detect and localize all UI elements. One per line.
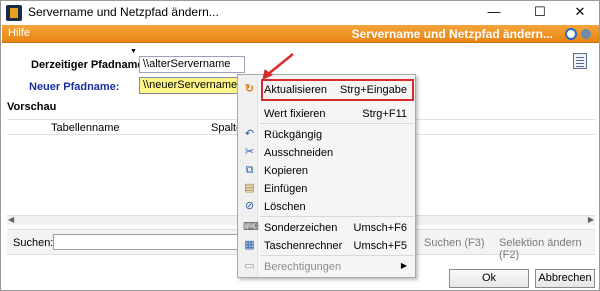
- menu-separator: [260, 123, 414, 124]
- copy-icon: ⧉: [245, 164, 254, 176]
- menu-item-shortcut: Strg+F11: [362, 108, 407, 120]
- current-path-field[interactable]: \\alterServername: [139, 56, 245, 73]
- menu-item-label: Ausschneiden: [264, 147, 334, 159]
- menu-item-label: Einfügen: [264, 183, 308, 195]
- scissors-icon: ✂: [244, 146, 255, 158]
- new-path-field[interactable]: \\neuerServername: [139, 77, 247, 94]
- menu-item-special-chars[interactable]: ⌨ Sonderzeichen Umsch+F6: [239, 219, 415, 237]
- current-path-label: Derzeitiger Pfadname:: [31, 59, 148, 71]
- title-bar: Servername und Netzpfad ändern... — ☐ ✕: [1, 1, 599, 25]
- highlight-box: [261, 79, 414, 101]
- menu-item-paste[interactable]: ▤ Einfügen: [239, 180, 415, 198]
- menu-item-label: Wert fixieren: [264, 108, 326, 120]
- menu-item-calculator[interactable]: ▦ Taschenrechner Umsch+F5: [239, 237, 415, 255]
- new-path-label: Neuer Pfadname:: [29, 81, 120, 93]
- menu-item-copy[interactable]: ⧉ Kopieren: [239, 162, 415, 180]
- refresh-icon: ↻: [244, 83, 255, 95]
- menu-item-label: Kopieren: [264, 165, 309, 177]
- menu-item-label: Sonderzeichen: [264, 222, 338, 234]
- menu-help[interactable]: Hilfe: [8, 27, 30, 39]
- keyboard-icon: ⌨: [243, 221, 259, 233]
- paste-icon: ▤: [244, 182, 255, 194]
- menu-item-permissions[interactable]: ▭ Berechtigungen ▶: [239, 258, 415, 276]
- menu-item-cut[interactable]: ✂ Ausschneiden: [239, 144, 415, 162]
- delete-icon: ⊘: [244, 200, 255, 212]
- close-button[interactable]: ✕: [561, 1, 599, 25]
- menu-separator: [260, 255, 414, 256]
- undo-icon: ↶: [244, 128, 255, 140]
- cancel-button[interactable]: Abbrechen: [535, 269, 595, 288]
- menu-item-label: Löschen: [264, 201, 306, 213]
- minimize-button[interactable]: —: [475, 1, 513, 25]
- scroll-left-icon[interactable]: ◀: [8, 215, 14, 224]
- maximize-button[interactable]: ☐: [521, 1, 559, 25]
- change-selection-button[interactable]: Selektion ändern (F2): [499, 237, 599, 261]
- preview-title: Vorschau: [7, 101, 57, 113]
- menu-item-shortcut: Umsch+F5: [353, 240, 408, 252]
- submenu-arrow-icon: ▶: [400, 261, 407, 270]
- menu-item-delete[interactable]: ⊘ Löschen: [239, 198, 415, 216]
- calculator-icon: ▦: [244, 239, 255, 251]
- ok-button[interactable]: Ok: [449, 269, 529, 288]
- menu-item-label: Taschenrechner: [264, 240, 343, 252]
- dropdown-marker-icon: ▼: [130, 48, 137, 55]
- menu-item-label: Berechtigungen: [264, 261, 342, 273]
- search-button[interactable]: Suchen (F3): [424, 237, 485, 249]
- dialog-window: Servername und Netzpfad ändern... — ☐ ✕ …: [0, 0, 600, 291]
- info-icon[interactable]: [581, 29, 591, 39]
- menu-bar: Hilfe Servername und Netzpfad ändern...: [2, 25, 599, 43]
- search-input[interactable]: [53, 234, 239, 250]
- column-header-table[interactable]: Tabellenname: [51, 122, 120, 134]
- context-menu: ↻ Aktualisieren Strg+Eingabe Wert fixier…: [237, 74, 416, 278]
- menu-item-fix-value[interactable]: Wert fixieren Strg+F11: [239, 105, 415, 123]
- menu-item-label: Rückgängig: [264, 129, 323, 141]
- app-icon: [6, 5, 22, 21]
- menu-item-shortcut: Umsch+F6: [353, 222, 408, 234]
- permissions-icon: ▭: [244, 260, 255, 272]
- notes-icon[interactable]: [573, 53, 587, 69]
- menu-item-undo[interactable]: ↶ Rückgängig: [239, 126, 415, 144]
- dialog-header-title: Servername und Netzpfad ändern...: [351, 27, 553, 41]
- menu-separator: [260, 216, 414, 217]
- scroll-right-icon[interactable]: ▶: [588, 215, 594, 224]
- window-title: Servername und Netzpfad ändern...: [28, 5, 219, 19]
- search-label: Suchen:: [13, 237, 54, 249]
- help-icon[interactable]: [565, 28, 577, 40]
